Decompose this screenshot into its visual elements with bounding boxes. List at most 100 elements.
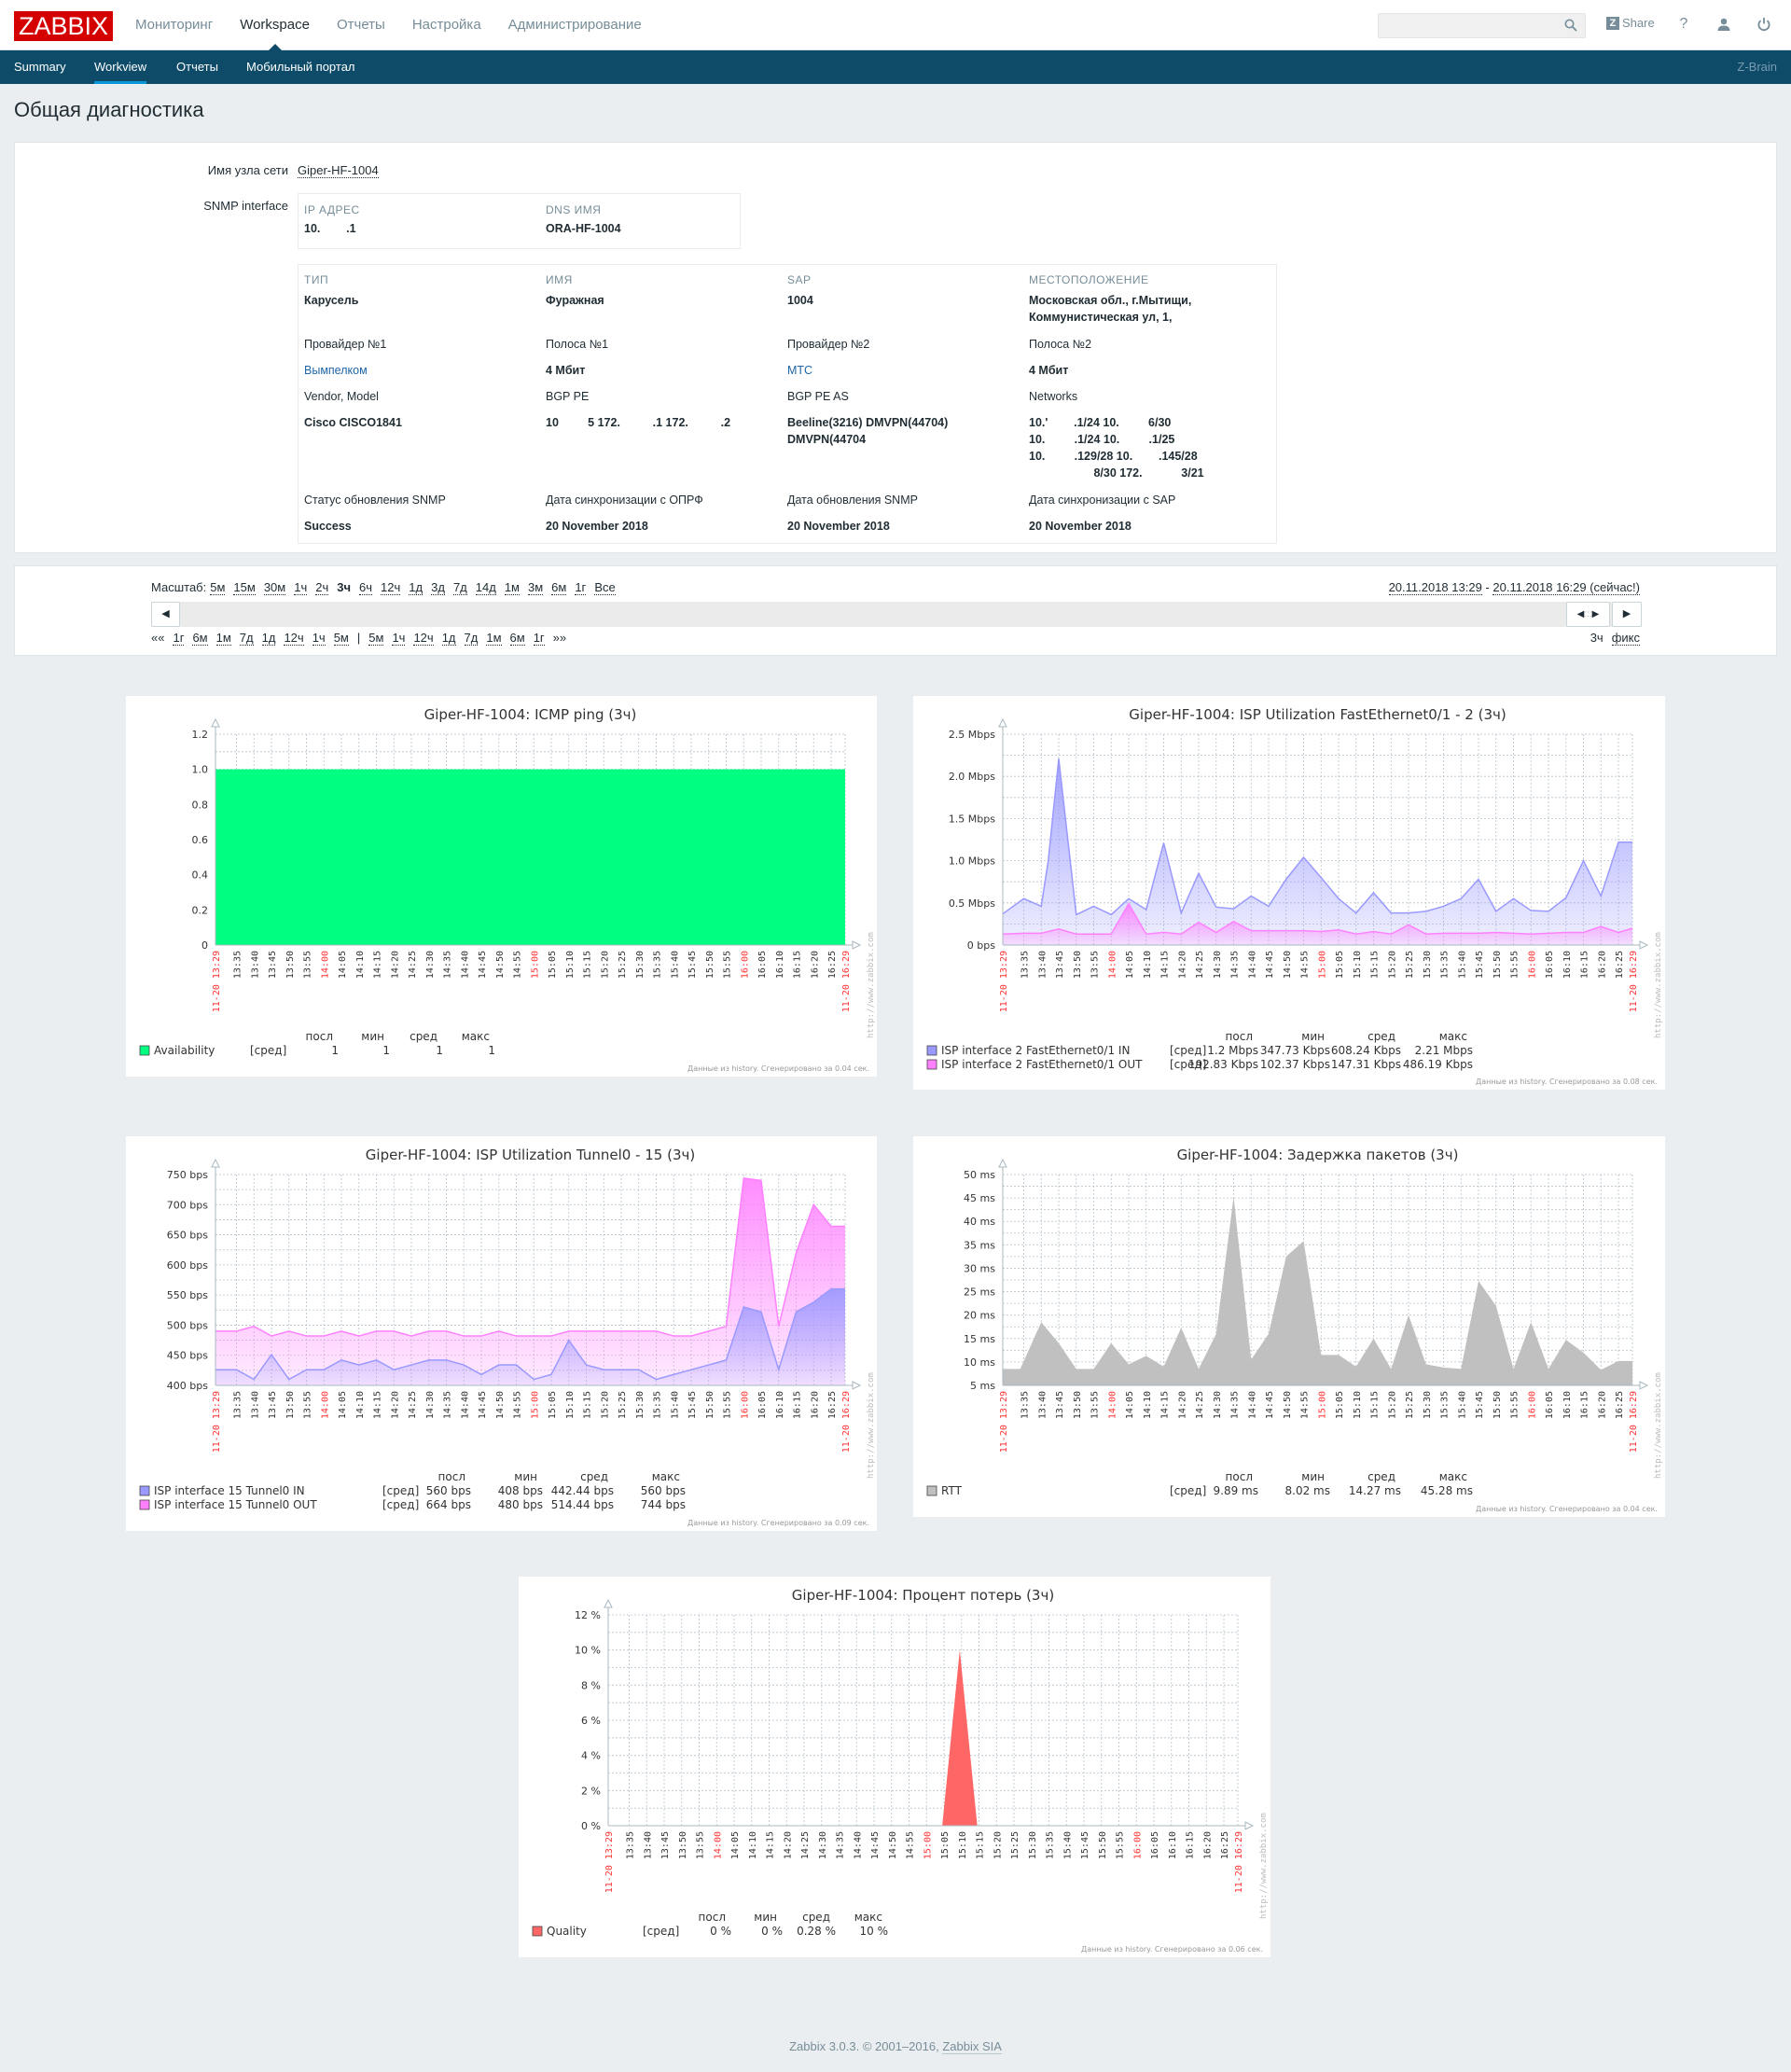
zabbix-sia-link[interactable]: Zabbix SIA — [942, 2039, 1002, 2054]
x-tick-label: 14:35 — [443, 1391, 453, 1419]
zoom-option-2[interactable]: 30м — [263, 580, 286, 595]
zoom-option-15[interactable]: 1г — [575, 580, 587, 595]
zoom-option-14[interactable]: 6м — [551, 580, 567, 595]
x-tick-label: 14:25 — [408, 951, 418, 979]
search-icon[interactable] — [1564, 19, 1577, 32]
host-name-link[interactable]: Giper-HF-1004 — [298, 163, 379, 178]
period-scrollbar[interactable] — [151, 602, 1642, 627]
back-option-1[interactable]: 6м — [192, 631, 208, 646]
period-drag-handle[interactable]: ◀:::▶ — [1566, 602, 1610, 627]
subnav-mobile-portal[interactable]: Мобильный портал — [246, 50, 355, 84]
zoom-option-9[interactable]: 3д — [431, 580, 445, 595]
share-button[interactable]: Z Share — [1606, 16, 1655, 30]
zoom-option-4[interactable]: 2ч — [315, 580, 329, 595]
zoom-option-3[interactable]: 1ч — [294, 580, 308, 595]
x-tick-label: 16:25 — [827, 1391, 838, 1419]
legend-stat-value: 0.28 % — [797, 1925, 836, 1938]
nav-reports[interactable]: Отчеты — [337, 0, 385, 50]
forward-option-0[interactable]: 5м — [368, 631, 384, 646]
x-tick-label: 16:10 — [775, 1391, 785, 1419]
legend-stat-value: 408 bps — [498, 1484, 543, 1497]
search-input[interactable] — [1378, 13, 1586, 38]
scroll-left-button[interactable]: ◀ — [151, 602, 180, 627]
x-tick-end-label: 11-20 16:29 — [841, 951, 852, 1012]
chart-svg: Giper-HF-1004: Процент потерь (3ч) 0 % 2 %… — [532, 1587, 1269, 1954]
back-option-5[interactable]: 12ч — [284, 631, 304, 646]
zoom-option-8[interactable]: 1д — [409, 580, 423, 595]
back-all-link[interactable]: «« — [151, 631, 164, 645]
x-tick-label: 13:35 — [233, 1391, 243, 1419]
x-tick-label: 15:40 — [1062, 1831, 1073, 1859]
x-tick-label: 13:45 — [1055, 1391, 1065, 1419]
x-tick-label: 15:50 — [1492, 1391, 1503, 1419]
zoom-option-6[interactable]: 6ч — [359, 580, 373, 595]
zabbix-watermark: http://www.zabbix.com — [1259, 1813, 1269, 1919]
zoom-option-12[interactable]: 1м — [504, 580, 520, 595]
x-axis-arrow — [1639, 1381, 1649, 1390]
period-to-link[interactable]: 20.11.2018 16:29 (сейчас!) — [1492, 580, 1640, 595]
x-tick-label: 15:20 — [1387, 1391, 1397, 1419]
x-tick-label: 15:40 — [670, 1391, 680, 1419]
subnav-summary[interactable]: Summary — [14, 50, 66, 84]
forward-option-2[interactable]: 12ч — [413, 631, 434, 646]
help-icon[interactable]: ? — [1673, 13, 1695, 35]
snmp-interface-box: IP АДРЕС 10. .1 DNS ИМЯ ORA-HF-1004 — [298, 193, 741, 249]
legend-header: макс — [854, 1911, 882, 1924]
back-option-4[interactable]: 1д — [261, 631, 276, 646]
provider1-link[interactable]: Вымпелком — [304, 362, 368, 379]
forward-option-3[interactable]: 1д — [441, 631, 456, 646]
subnav-workview[interactable]: Workview — [94, 50, 147, 84]
back-option-2[interactable]: 1м — [215, 631, 231, 646]
zoom-option-5[interactable]: 3ч — [337, 580, 351, 594]
zoom-option-10[interactable]: 7д — [452, 580, 467, 595]
scroll-right-button[interactable]: ▶ — [1612, 602, 1642, 627]
legend-swatch — [139, 1499, 150, 1510]
nav-configuration[interactable]: Настройка — [412, 0, 481, 50]
legend-series-name: Quality — [547, 1925, 587, 1938]
provider2-link[interactable]: МТС — [787, 362, 812, 379]
legend-series-name: ISP interface 2 FastEthernet0/1 IN — [941, 1044, 1130, 1057]
x-tick-label: 14:45 — [870, 1831, 881, 1859]
back-option-6[interactable]: 1ч — [312, 631, 326, 646]
x-tick-label: 16:05 — [1150, 1831, 1160, 1859]
zoom-option-11[interactable]: 14д — [475, 580, 496, 595]
x-tick-label: 15:40 — [1457, 951, 1467, 979]
forward-all-link[interactable]: »» — [553, 631, 566, 645]
legend-swatch — [532, 1926, 543, 1937]
nav-monitoring[interactable]: Мониторинг — [135, 0, 213, 50]
forward-option-4[interactable]: 7д — [464, 631, 479, 646]
back-option-7[interactable]: 5м — [333, 631, 349, 646]
zoom-option-7[interactable]: 12ч — [381, 580, 401, 595]
zoom-option-1[interactable]: 15м — [233, 580, 256, 595]
zoom-option-0[interactable]: 5м — [210, 580, 226, 595]
forward-option-7[interactable]: 1г — [533, 631, 545, 646]
user-icon[interactable] — [1713, 13, 1735, 35]
x-tick-label: 15:30 — [1423, 951, 1433, 979]
zabbix-logo[interactable]: ZABBIX — [14, 11, 113, 41]
y-tick-label: 1.2 — [192, 729, 209, 741]
zoom-option-13[interactable]: 3м — [527, 580, 544, 595]
x-tick-label: 14:45 — [1265, 951, 1275, 979]
subnav-reports[interactable]: Отчеты — [176, 50, 218, 84]
main-nav: Мониторинг Workspace Отчеты Настройка Ад… — [135, 0, 669, 50]
legend-header: посл — [1226, 1470, 1253, 1483]
forward-option-6[interactable]: 6м — [509, 631, 525, 646]
zoom-option-16[interactable]: Все — [594, 580, 616, 595]
y-tick-label: 0.8 — [192, 799, 209, 811]
ip-value: 10. .1 — [304, 222, 356, 235]
nav-workspace[interactable]: Workspace — [240, 0, 310, 50]
back-option-0[interactable]: 1г — [173, 631, 185, 646]
fixed-toggle-link[interactable]: фикс — [1611, 631, 1640, 646]
legend-header: посл — [306, 1030, 333, 1043]
forward-option-5[interactable]: 1м — [486, 631, 502, 646]
period-from-link[interactable]: 20.11.2018 13:29 — [1388, 580, 1482, 595]
back-option-3[interactable]: 7д — [239, 631, 254, 646]
legend-header: макс — [462, 1030, 490, 1043]
nav-administration[interactable]: Администрирование — [508, 0, 642, 50]
forward-option-1[interactable]: 1ч — [392, 631, 406, 646]
z-brain-link[interactable]: Z-Brain — [1737, 50, 1777, 84]
legend-header: мин — [361, 1030, 384, 1043]
logout-icon[interactable] — [1753, 13, 1775, 35]
x-tick-label: 13:35 — [1020, 951, 1031, 979]
x-tick-major-label: 14:00 — [713, 1831, 723, 1859]
